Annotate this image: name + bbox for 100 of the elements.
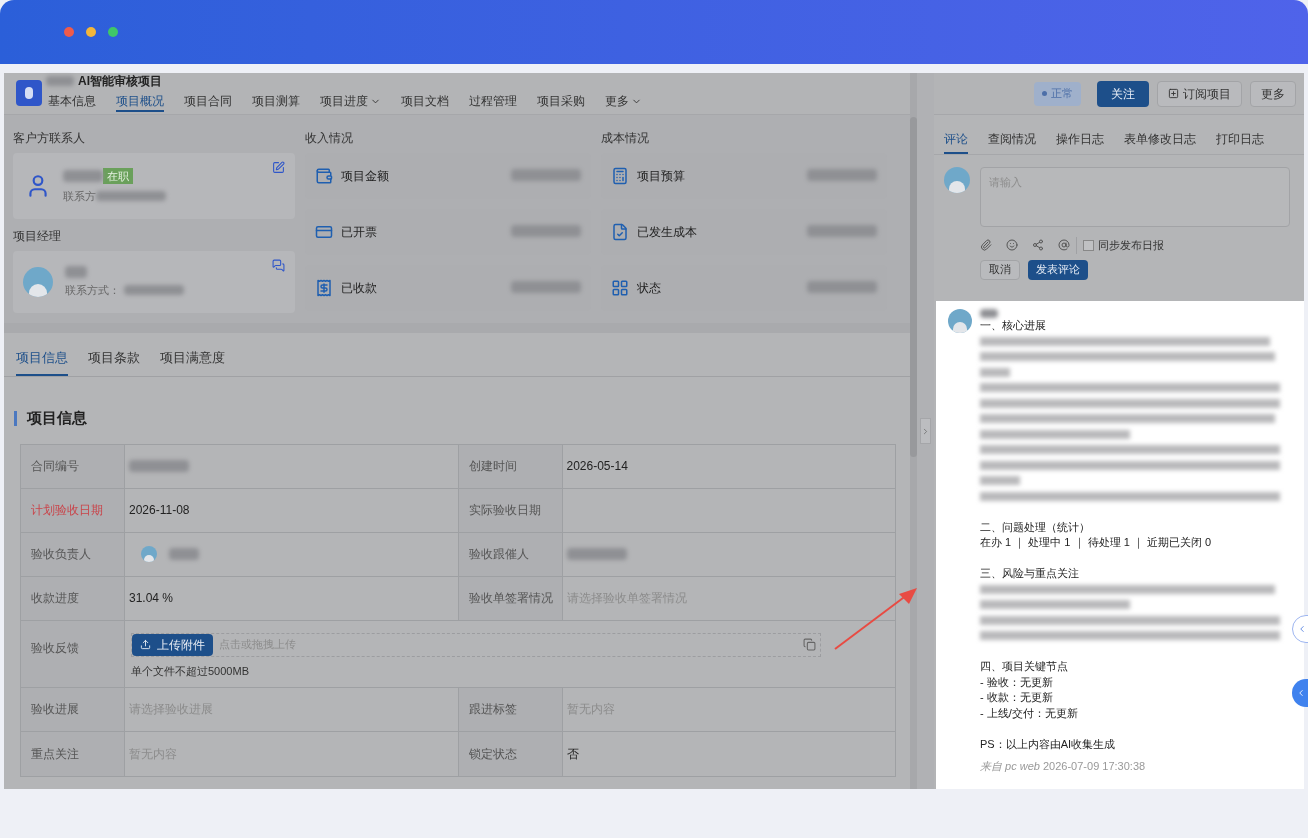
redaction-blur (46, 76, 74, 86)
avatar (948, 309, 972, 333)
emoji-icon[interactable] (1006, 239, 1018, 252)
field-label: 跟进标签 (468, 701, 517, 718)
chevron-right-icon (921, 426, 930, 436)
contact-label: 联系方 (63, 189, 96, 204)
field-label: 实际验收日期 (468, 502, 541, 519)
nav-tab[interactable]: 项目进度 (320, 92, 381, 112)
stat-label: 已发生成本 (637, 224, 697, 241)
share-icon[interactable] (1032, 239, 1044, 252)
field-value: 2026-05-14 (566, 458, 628, 475)
attachment-icon[interactable] (980, 239, 992, 252)
redaction-blur (807, 281, 877, 293)
redaction-blur (65, 265, 87, 278)
redaction-blur (63, 169, 103, 182)
avatar (141, 546, 157, 562)
nav-tab[interactable]: 项目采购 (537, 92, 585, 112)
subscribe-button[interactable]: 订阅项目 (1157, 80, 1242, 107)
redaction-blur (980, 476, 1020, 486)
nav-tab[interactable]: 项目合同 (184, 92, 232, 112)
redaction-blur (129, 460, 189, 472)
follow-button[interactable]: 关注 (1097, 80, 1149, 107)
comment-line: PS：以上内容由AI收集生成 (980, 736, 1116, 752)
field-label: 创建时间 (468, 458, 517, 475)
more-button[interactable]: 更多 (1250, 80, 1296, 107)
chevron-left-icon (1296, 688, 1306, 698)
nav-tab[interactable]: 过程管理 (469, 92, 517, 112)
field-label: 验收单签署情况 (468, 590, 553, 607)
stat-label: 已开票 (341, 224, 377, 241)
field-label: 计划验收日期 (31, 502, 103, 519)
detail-tab[interactable]: 项目信息 (16, 342, 68, 376)
stat-label: 项目金额 (341, 168, 389, 185)
avatar (23, 267, 53, 297)
comment-tab[interactable]: 打印日志 (1216, 126, 1264, 154)
field-label: 验收进展 (31, 701, 79, 718)
redaction-blur (807, 169, 877, 181)
comment-heading: 一、核心进展 (980, 318, 1046, 333)
nav-tab[interactable]: 项目概况 (116, 92, 164, 112)
field-label: 重点关注 (31, 745, 79, 763)
redaction-blur (980, 367, 1010, 377)
comment-tab[interactable]: 表单修改日志 (1124, 126, 1196, 154)
contact-label: 联系方式： (65, 282, 120, 298)
nav-tab[interactable]: 基本信息 (48, 92, 96, 112)
field-label: 收款进度 (31, 590, 79, 607)
sync-checkbox[interactable]: 同步发布日报 (1076, 237, 1164, 254)
section-heading: 项目经理 (13, 228, 61, 245)
detail-tab[interactable]: 项目满意度 (160, 342, 225, 376)
field-label: 合同编号 (31, 458, 79, 475)
detail-tab[interactable]: 项目条款 (88, 342, 140, 376)
author-name-blur (980, 309, 998, 318)
plus-icon (1168, 88, 1179, 99)
comment-tab[interactable]: 查阅情况 (988, 126, 1036, 154)
cancel-button[interactable]: 取消 (980, 259, 1020, 280)
chat-icon[interactable] (272, 259, 285, 272)
chevron-left-icon (1297, 624, 1307, 634)
field-label: 验收负责人 (31, 546, 91, 563)
field-value: 否 (566, 745, 579, 763)
section-heading: 成本情况 (601, 130, 649, 147)
nav-tab[interactable]: 项目测算 (252, 92, 300, 112)
redaction-blur (511, 281, 581, 293)
section-heading: 收入情况 (305, 130, 353, 147)
app-logo-icon (16, 80, 42, 106)
scrollbar-thumb[interactable] (910, 117, 917, 457)
redaction-blur (511, 225, 581, 237)
document-check-icon (611, 223, 629, 241)
stat-label: 已收款 (341, 280, 377, 297)
redaction-blur (124, 285, 184, 295)
section-heading: 客户方联系人 (13, 130, 85, 147)
redaction-blur (169, 548, 199, 560)
mention-icon[interactable] (1058, 239, 1070, 252)
avatar (944, 167, 970, 193)
calculator-icon (611, 167, 629, 185)
upload-note: 单个文件不超过5000MB (131, 663, 249, 679)
comment-tab[interactable]: 操作日志 (1056, 126, 1104, 154)
status-badge: 在职 (103, 167, 133, 184)
field-value: 2026-11-08 (129, 502, 190, 519)
comment-line: - 收款：无更新 (980, 690, 1053, 705)
nav-tab[interactable]: 项目文档 (401, 92, 449, 112)
redaction-blur (566, 548, 627, 560)
project-title: AI智能审核项目 (78, 73, 162, 90)
copy-icon[interactable] (803, 637, 816, 651)
edit-icon[interactable] (272, 161, 285, 174)
upload-button[interactable]: 上传附件 (132, 633, 213, 656)
post-comment-button[interactable]: 发表评论 (1028, 259, 1088, 280)
collapse-handle[interactable] (920, 418, 931, 444)
comment-line: - 验收：无更新 (980, 674, 1053, 690)
receipt-icon (315, 279, 333, 297)
redaction-blur (807, 225, 877, 237)
section-title: 项目信息 (27, 408, 87, 428)
status-tag: 正常 (1034, 81, 1081, 106)
redaction-blur (511, 169, 581, 181)
field-label: 验收跟催人 (468, 546, 529, 563)
upload-icon (140, 639, 151, 650)
nav-tab[interactable]: 更多 (605, 92, 642, 112)
redaction-blur (96, 191, 166, 202)
comment-line: 在办 1 ｜ 处理中 1 ｜ 待处理 1 ｜ 近期已关闭 0 (980, 535, 1212, 551)
comment-heading: 三、风险与重点关注 (980, 566, 1079, 581)
card-icon (315, 223, 333, 241)
comment-tab[interactable]: 评论 (944, 126, 968, 154)
wallet-icon (315, 167, 333, 185)
